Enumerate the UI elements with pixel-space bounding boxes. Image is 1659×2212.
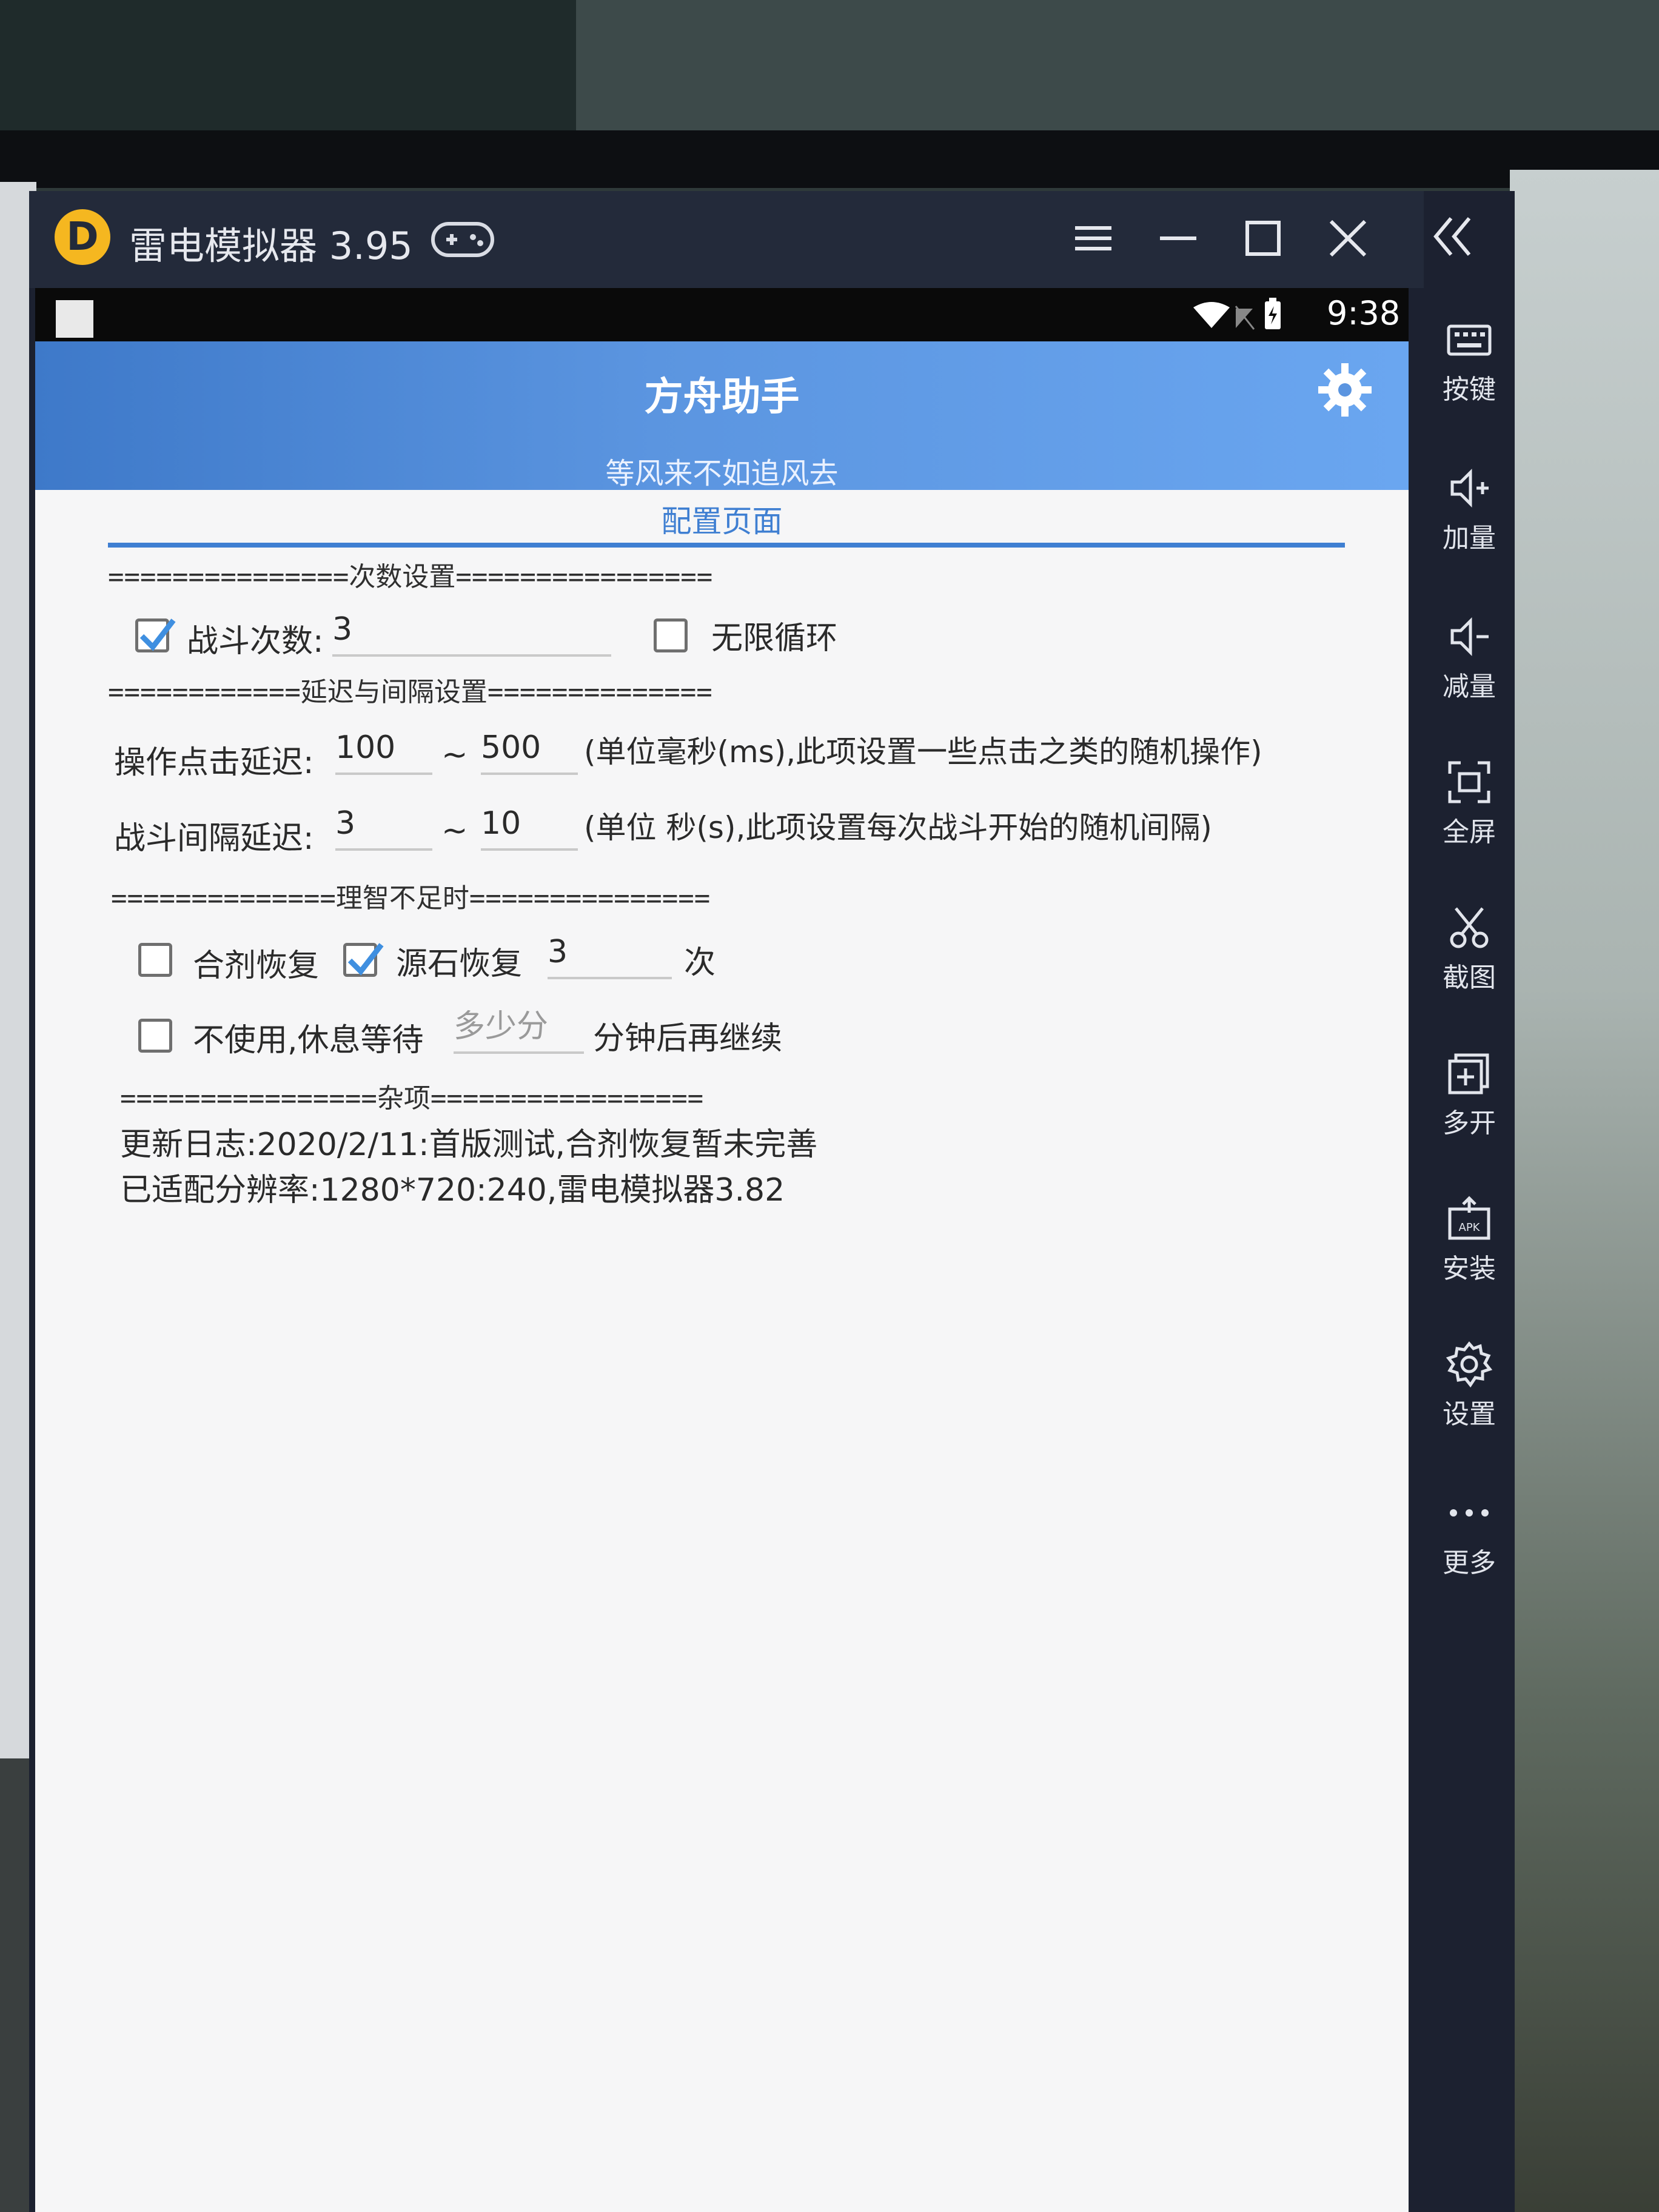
tab-indicator xyxy=(108,543,1345,548)
window-title: 雷电模拟器 3.95 xyxy=(129,224,413,268)
resolution-text: 已适配分辨率:1280*720:240,雷电模拟器3.82 xyxy=(120,1172,785,1208)
toolbar-label: 加量 xyxy=(1443,523,1496,554)
more-dots-icon xyxy=(1450,1509,1489,1517)
battle-interval-max-input[interactable]: 10 xyxy=(481,803,578,851)
wait-minutes-input[interactable]: 多少分 xyxy=(454,1007,584,1054)
battle-count-label: 战斗次数: xyxy=(187,623,324,660)
click-delay-note: (单位毫秒(ms),此项设置一些点击之类的随机操作) xyxy=(584,734,1262,769)
app-title: 方舟助手 xyxy=(644,375,800,420)
toolbar-label: 安装 xyxy=(1443,1253,1496,1284)
toolbar-more-button[interactable]: 更多 xyxy=(1424,1489,1515,1610)
times-unit-label: 次 xyxy=(684,945,716,981)
status-time: 9:38 xyxy=(1327,294,1401,332)
battle-count-input[interactable]: 3 xyxy=(332,609,611,657)
emulator-titlebar[interactable]: D 雷电模拟器 3.95 xyxy=(29,191,1424,288)
app-subtitle: 等风来不如追风去 xyxy=(605,457,839,491)
gamepad-icon[interactable] xyxy=(429,218,496,260)
apk-install-icon: APK xyxy=(1448,1196,1490,1240)
battle-interval-label: 战斗间隔延迟: xyxy=(114,820,314,857)
section-divider-misc: ================杂项================= xyxy=(120,1083,704,1114)
section-divider-sanity: ==============理智不足时=============== xyxy=(111,883,711,914)
originium-restore-label: 源石恢复 xyxy=(396,946,523,982)
battle-interval-min-input[interactable]: 3 xyxy=(335,803,432,851)
toolbar-label: 更多 xyxy=(1443,1547,1496,1578)
originium-count-input[interactable]: 3 xyxy=(548,932,672,979)
checkmark-icon xyxy=(347,943,384,976)
originium-restore-checkbox[interactable] xyxy=(343,943,384,977)
wait-rest-checkbox[interactable] xyxy=(138,1019,172,1053)
section-divider-count: ===============次数设置================ xyxy=(108,561,713,592)
toolbar-volume-down-button[interactable]: 减量 xyxy=(1424,612,1515,734)
wait-suffix-label: 分钟后再继续 xyxy=(593,1021,783,1057)
emulator-toolbar: 按键 加量 减量 全屏 截图 多开 APK 安装 设置 更多 xyxy=(1424,288,1515,2212)
minimize-icon[interactable] xyxy=(1148,208,1208,269)
toolbar-install-apk-button[interactable]: APK 安装 xyxy=(1424,1195,1515,1316)
battle-interval-note: (单位 秒(s),此项设置每次战斗开始的随机间隔) xyxy=(584,810,1212,845)
gear-icon xyxy=(1446,1341,1493,1388)
click-delay-min-input[interactable]: 100 xyxy=(335,728,432,775)
maximize-icon[interactable] xyxy=(1233,208,1293,269)
potion-restore-checkbox[interactable] xyxy=(138,943,172,977)
toolbar-label: 减量 xyxy=(1443,671,1496,702)
multi-instance-icon xyxy=(1448,1053,1489,1094)
scissors-icon xyxy=(1450,907,1489,948)
toolbar-label: 多开 xyxy=(1443,1108,1496,1139)
toolbar-multi-instance-button[interactable]: 多开 xyxy=(1424,1049,1515,1170)
infinite-loop-checkbox[interactable] xyxy=(654,618,688,652)
toolbar-volume-up-button[interactable]: 加量 xyxy=(1424,464,1515,585)
toolbar-label: 设置 xyxy=(1443,1399,1496,1430)
toolbar-label: 截图 xyxy=(1443,962,1496,993)
toolbar-fullscreen-button[interactable]: 全屏 xyxy=(1424,758,1515,879)
click-delay-max-input[interactable]: 500 xyxy=(481,728,578,775)
toolbar-label: 按键 xyxy=(1443,374,1496,405)
emulator-logo: D xyxy=(55,209,110,265)
toolbar-screenshot-button[interactable]: 截图 xyxy=(1424,903,1515,1025)
volume-up-icon xyxy=(1450,468,1489,508)
monitor-bezel xyxy=(0,130,1659,188)
menu-icon[interactable] xyxy=(1063,208,1124,269)
svg-text:APK: APK xyxy=(1459,1221,1481,1234)
android-statusbar: 9:38 xyxy=(35,288,1409,341)
keyboard-icon xyxy=(1447,324,1492,356)
collapse-sidebar-icon[interactable] xyxy=(1418,203,1484,270)
battle-count-checkbox[interactable] xyxy=(135,618,176,652)
emulator-window: D 雷电模拟器 3.95 9:38 方舟助手 等风来不如追风去 配置页面 ===… xyxy=(29,191,1515,2212)
app-header: 方舟助手 等风来不如追风去 xyxy=(35,341,1409,491)
toolbar-keyboard-button[interactable]: 按键 xyxy=(1424,315,1515,437)
background-desktop-right xyxy=(1510,170,1659,2212)
notification-icon xyxy=(56,300,93,338)
battle-interval-tilde: ~ xyxy=(441,813,468,849)
click-delay-tilde: ~ xyxy=(441,737,468,773)
checkmark-icon xyxy=(139,618,176,651)
potion-restore-label: 合剂恢复 xyxy=(193,948,320,984)
fullscreen-icon xyxy=(1448,761,1490,803)
section-divider-delay: ============延迟与间隔设置============== xyxy=(108,677,712,708)
wait-rest-label: 不使用,休息等待 xyxy=(193,1022,424,1059)
click-delay-label: 操作点击延迟: xyxy=(114,745,314,781)
toolbar-settings-button[interactable]: 设置 xyxy=(1424,1340,1515,1461)
close-icon[interactable] xyxy=(1318,208,1378,269)
settings-gear-icon[interactable] xyxy=(1315,360,1375,420)
volume-down-icon xyxy=(1450,617,1489,657)
changelog-text: 更新日志:2020/2/11:首版测试,合剂恢复暂未完善 xyxy=(120,1127,818,1163)
android-screen: 9:38 方舟助手 等风来不如追风去 配置页面 ===============次… xyxy=(35,288,1409,2212)
infinite-loop-label: 无限循环 xyxy=(711,620,838,657)
toolbar-label: 全屏 xyxy=(1443,817,1496,848)
tab-config-page[interactable]: 配置页面 xyxy=(35,497,1409,541)
background-wall-right xyxy=(576,0,1659,130)
signal-battery-icons xyxy=(1193,298,1281,330)
